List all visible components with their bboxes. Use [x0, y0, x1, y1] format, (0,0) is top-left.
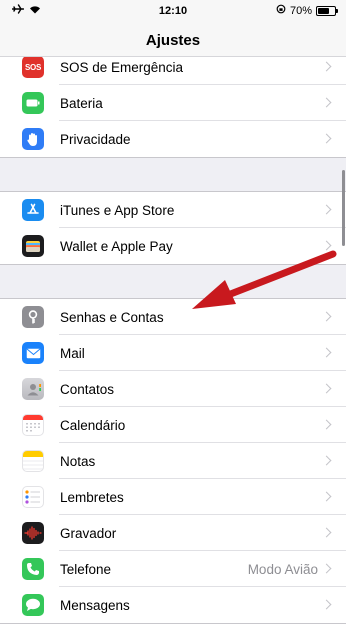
settings-row-label: Privacidade [60, 131, 131, 147]
settings-row-label: Notas [60, 453, 96, 469]
status-right: 70% [276, 4, 338, 17]
settings-group-stores: iTunes e App Store Wallet e Apple Pay [0, 191, 346, 265]
chevron-right-icon [321, 347, 332, 358]
settings-row-label: Bateria [60, 95, 103, 111]
settings-row-label: iTunes e App Store [60, 202, 175, 218]
chevron-right-icon [321, 240, 332, 251]
notes-icon [22, 450, 44, 472]
sos-icon: SOS [22, 56, 44, 78]
battery-percent: 70% [289, 4, 312, 17]
settings-row-voice-memos[interactable]: Gravador [0, 515, 346, 551]
app-store-icon [22, 199, 44, 221]
settings-row-label: Lembretes [60, 489, 124, 505]
settings-group-apps: Senhas e Contas Mail Contatos Calendário… [0, 298, 346, 624]
chevron-right-icon [321, 491, 332, 502]
settings-group-system: SOS SOS de Emergência Bateria Privacidad… [0, 48, 346, 158]
battery-icon [316, 5, 338, 16]
settings-row-value: Modo Avião [247, 561, 318, 577]
settings-row-passwords[interactable]: Senhas e Contas [0, 299, 346, 335]
chevron-right-icon [321, 419, 332, 430]
settings-list[interactable]: SOS SOS de Emergência Bateria Privacidad… [0, 48, 346, 624]
rotation-lock-icon [276, 4, 286, 17]
settings-row-wallet[interactable]: Wallet e Apple Pay [0, 228, 346, 264]
battery-fill [318, 7, 329, 14]
status-bar: 12:10 70% [0, 0, 346, 22]
settings-row-label: Wallet e Apple Pay [60, 238, 173, 254]
settings-row-label: Senhas e Contas [60, 309, 164, 325]
scroll-indicator[interactable] [342, 170, 345, 246]
settings-row-privacy[interactable]: Privacidade [0, 121, 346, 157]
settings-row-reminders[interactable]: Lembretes [0, 479, 346, 515]
sos-icon-text: SOS [25, 62, 41, 72]
settings-row-calendar[interactable]: Calendário [0, 407, 346, 443]
chevron-right-icon [321, 133, 332, 144]
chevron-right-icon [321, 61, 332, 72]
settings-row-mail[interactable]: Mail [0, 335, 346, 371]
chevron-right-icon [321, 563, 332, 574]
chevron-right-icon [321, 527, 332, 538]
settings-row-phone[interactable]: Telefone Modo Avião [0, 551, 346, 587]
reminders-icon [22, 486, 44, 508]
settings-row-label: Gravador [60, 525, 117, 541]
chevron-right-icon [321, 204, 332, 215]
battery-tip [336, 8, 338, 13]
chevron-right-icon [321, 311, 332, 322]
mail-icon [22, 342, 44, 364]
settings-row-label: Calendário [60, 417, 126, 433]
wallet-icon [22, 235, 44, 257]
settings-row-itunes[interactable]: iTunes e App Store [0, 192, 346, 228]
contacts-icon [22, 378, 44, 400]
settings-row-label: Mensagens [60, 597, 130, 613]
settings-row-notes[interactable]: Notas [0, 443, 346, 479]
settings-row-contacts[interactable]: Contatos [0, 371, 346, 407]
phone-icon [22, 558, 44, 580]
chevron-right-icon [321, 455, 332, 466]
battery-settings-icon [22, 92, 44, 114]
voice-memos-icon [22, 522, 44, 544]
settings-row-label: Mail [60, 345, 85, 361]
messages-icon [22, 594, 44, 616]
chevron-right-icon [321, 97, 332, 108]
key-icon [22, 306, 44, 328]
settings-row-label: Contatos [60, 381, 115, 397]
hand-icon [22, 128, 44, 150]
settings-row-battery[interactable]: Bateria [0, 85, 346, 121]
chevron-right-icon [321, 383, 332, 394]
page-title: Ajustes [145, 32, 201, 49]
calendar-icon [22, 414, 44, 436]
settings-row-label: SOS de Emergência [60, 59, 184, 75]
settings-row-messages[interactable]: Mensagens [0, 587, 346, 623]
nav-bar: Ajustes [0, 22, 346, 57]
settings-row-label: Telefone [60, 561, 112, 577]
chevron-right-icon [321, 599, 332, 610]
